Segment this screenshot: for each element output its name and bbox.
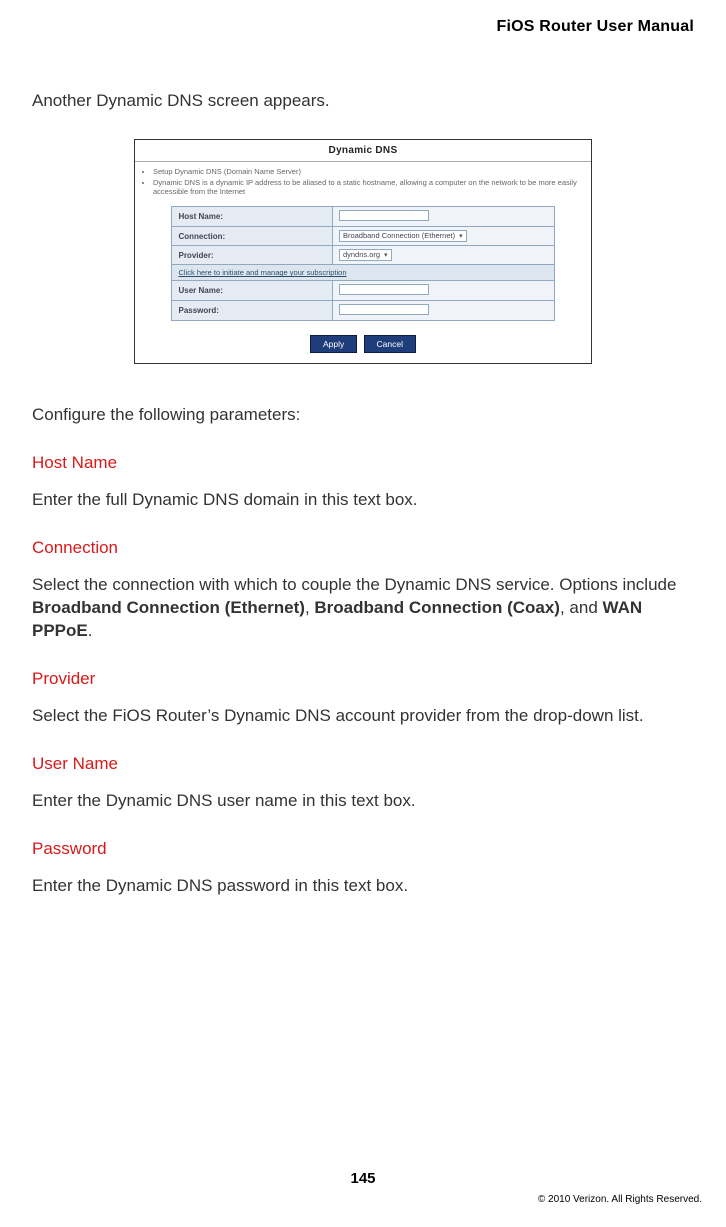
page-number: 145 xyxy=(0,1170,726,1187)
heading-provider: Provider xyxy=(32,669,694,689)
screenshot-bullet: Dynamic DNS is a dynamic IP address to b… xyxy=(153,178,583,198)
apply-button[interactable]: Apply xyxy=(310,335,357,353)
subscription-link[interactable]: Click here to initiate and manage your s… xyxy=(172,265,554,281)
row-password: Password: xyxy=(172,301,554,321)
screenshot-description: Setup Dynamic DNS (Domain Name Server) D… xyxy=(135,162,591,206)
label-host-name: Host Name: xyxy=(172,207,332,227)
screenshot-bullet: Setup Dynamic DNS (Domain Name Server) xyxy=(153,167,583,177)
intro-text: Another Dynamic DNS screen appears. xyxy=(32,90,694,113)
password-input[interactable] xyxy=(339,304,429,315)
body-connection-pre: Select the connection with which to coup… xyxy=(32,575,676,594)
opt-ethernet: Broadband Connection (Ethernet) xyxy=(32,598,305,617)
user-name-input[interactable] xyxy=(339,284,429,295)
body-password: Enter the Dynamic DNS password in this t… xyxy=(32,875,694,898)
row-user-name: User Name: xyxy=(172,281,554,301)
heading-user-name: User Name xyxy=(32,754,694,774)
row-host-name: Host Name: xyxy=(172,207,554,227)
body-connection-post: . xyxy=(88,621,93,640)
body-connection: Select the connection with which to coup… xyxy=(32,574,694,643)
cell-provider-value: dyndns.org xyxy=(332,246,554,265)
copyright-text: © 2010 Verizon. All Rights Reserved. xyxy=(538,1194,702,1205)
configure-text: Configure the following parameters: xyxy=(32,404,694,427)
heading-connection: Connection xyxy=(32,538,694,558)
body-provider: Select the FiOS Router’s Dynamic DNS acc… xyxy=(32,705,694,728)
embedded-screenshot: Dynamic DNS Setup Dynamic DNS (Domain Na… xyxy=(134,139,592,364)
heading-host-name: Host Name xyxy=(32,453,694,473)
label-password: Password: xyxy=(172,301,332,321)
cancel-button[interactable]: Cancel xyxy=(364,335,416,353)
opt-coax: Broadband Connection (Coax) xyxy=(314,598,560,617)
cell-user-name-value xyxy=(332,281,554,301)
row-connection: Connection: Broadband Connection (Ethern… xyxy=(172,227,554,246)
sep2: , and xyxy=(560,598,603,617)
body-user-name: Enter the Dynamic DNS user name in this … xyxy=(32,790,694,813)
sep1: , xyxy=(305,598,314,617)
host-name-input[interactable] xyxy=(339,210,429,221)
screenshot-button-row: Apply Cancel xyxy=(135,329,591,363)
label-provider: Provider: xyxy=(172,246,332,265)
provider-select[interactable]: dyndns.org xyxy=(339,249,392,261)
page-content: Another Dynamic DNS screen appears. Dyna… xyxy=(32,90,694,924)
page-header-title: FiOS Router User Manual xyxy=(496,18,694,36)
row-provider: Provider: dyndns.org xyxy=(172,246,554,265)
connection-select[interactable]: Broadband Connection (Ethernet) xyxy=(339,230,467,242)
cell-connection-value: Broadband Connection (Ethernet) xyxy=(332,227,554,246)
label-connection: Connection: xyxy=(172,227,332,246)
row-subscription-link: Click here to initiate and manage your s… xyxy=(172,265,554,281)
heading-password: Password xyxy=(32,839,694,859)
cell-host-name-value xyxy=(332,207,554,227)
label-user-name: User Name: xyxy=(172,281,332,301)
cell-password-value xyxy=(332,301,554,321)
screenshot-form-table: Host Name: Connection: Broadband Connect… xyxy=(171,206,554,321)
screenshot-title: Dynamic DNS xyxy=(135,140,591,162)
body-host-name: Enter the full Dynamic DNS domain in thi… xyxy=(32,489,694,512)
